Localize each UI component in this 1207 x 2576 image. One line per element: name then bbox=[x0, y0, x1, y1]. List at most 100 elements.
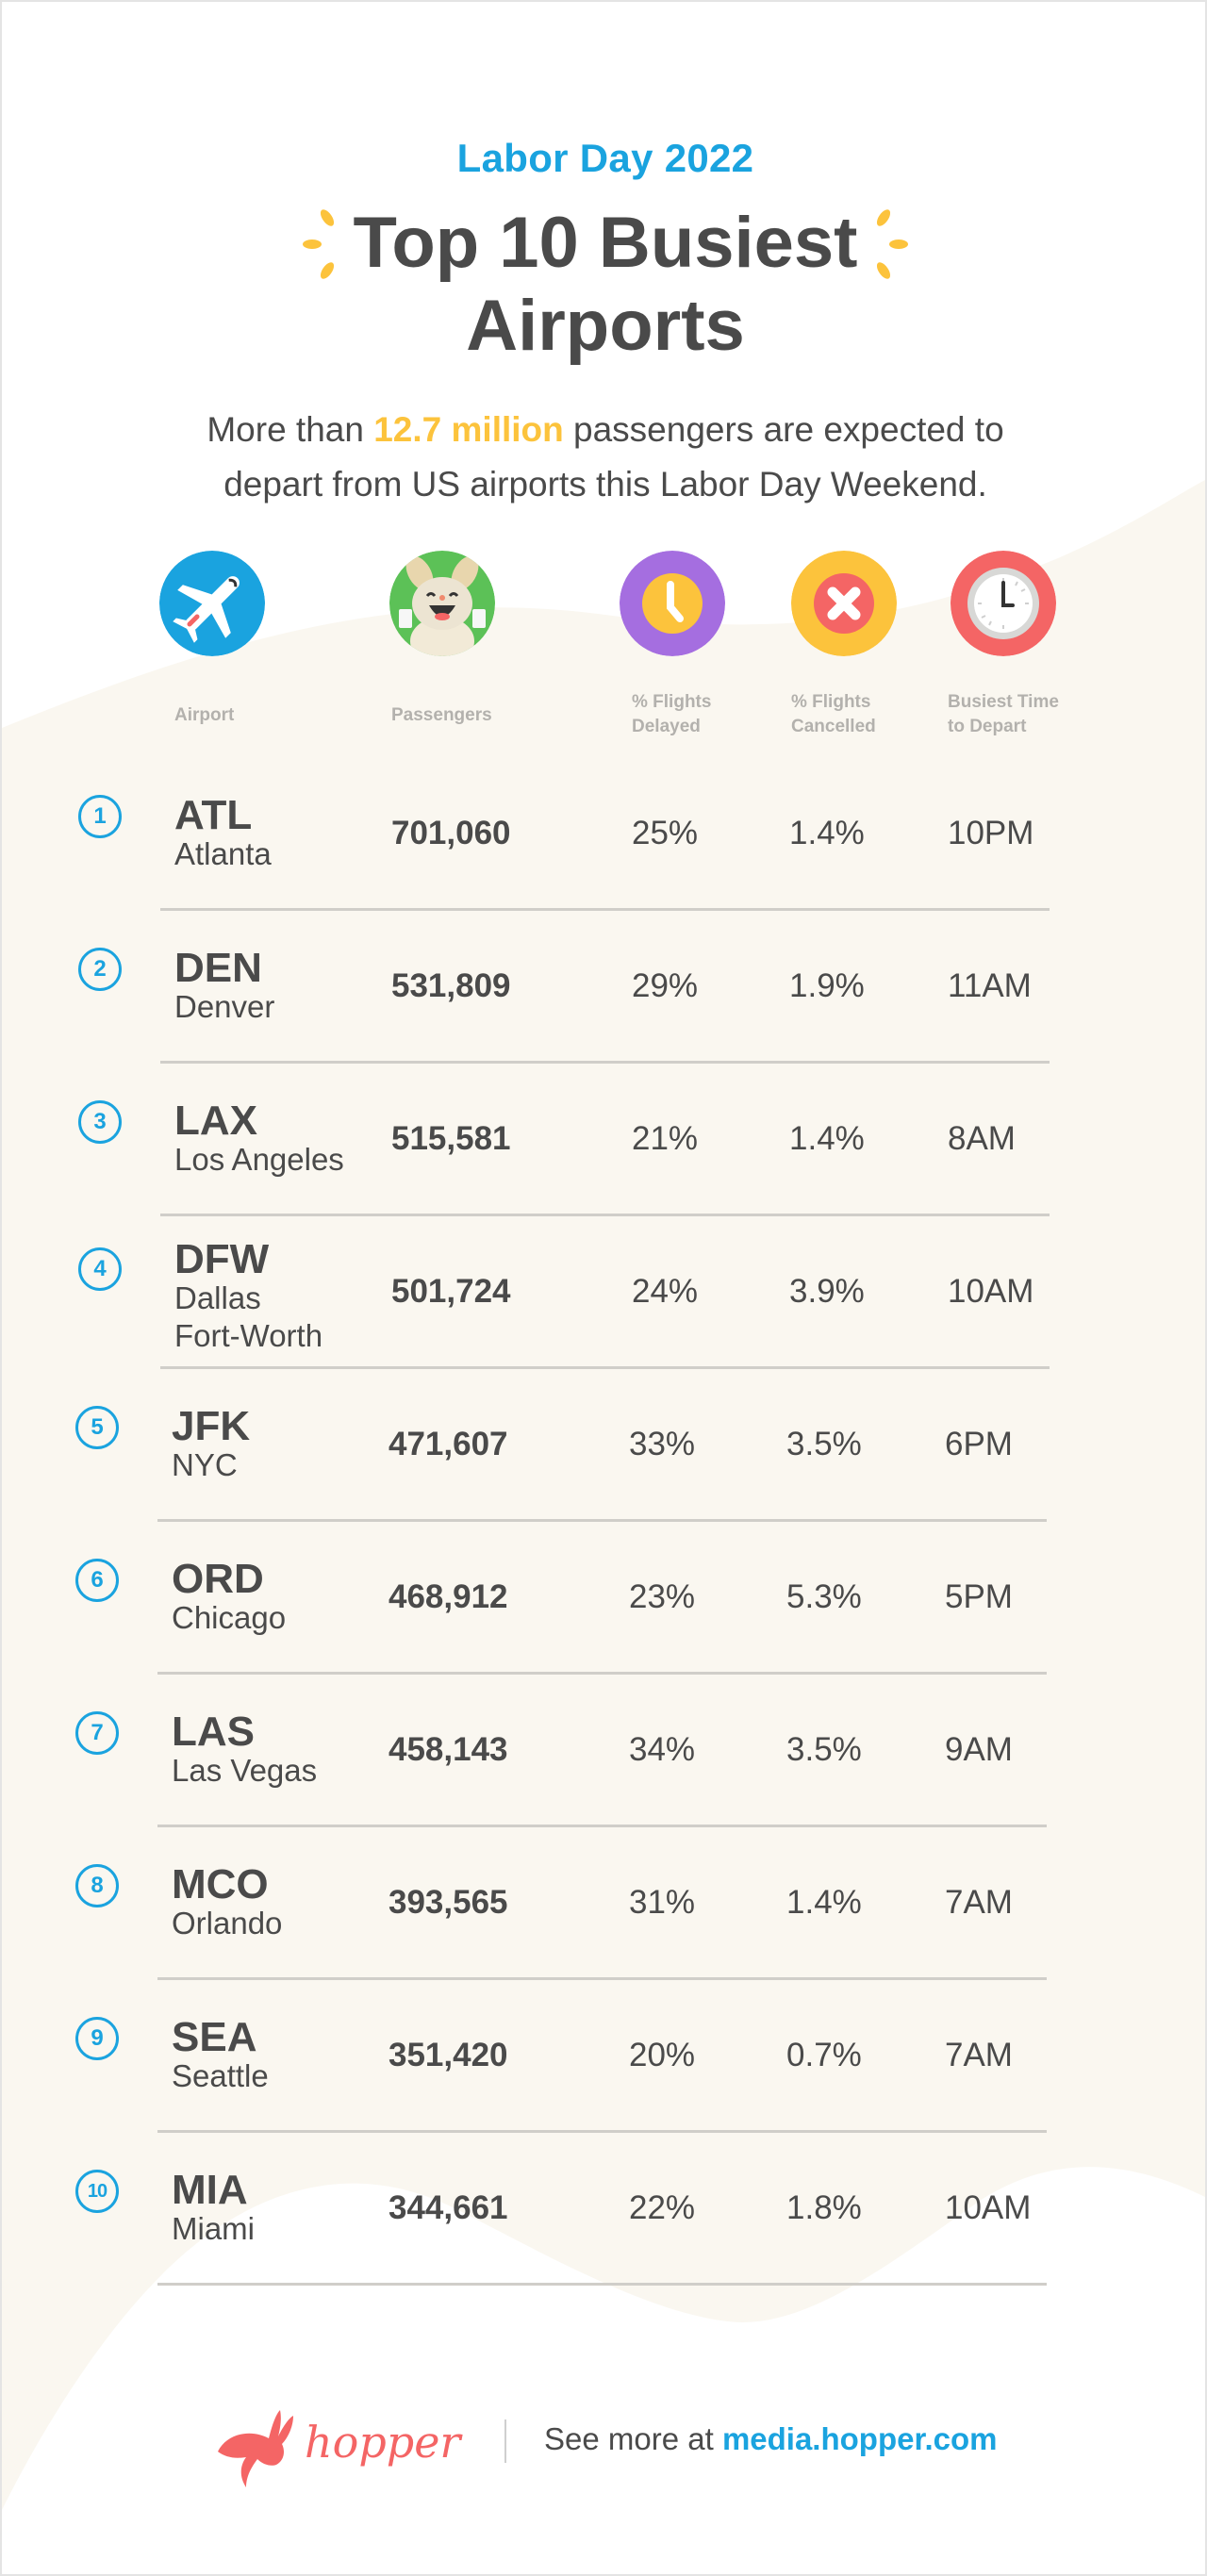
row-divider bbox=[157, 2283, 1047, 2286]
airport-code: JFK bbox=[172, 1403, 251, 1449]
delayed-value: 22% bbox=[629, 2189, 696, 2226]
cancelled-value: 1.4% bbox=[789, 1120, 865, 1157]
airport-city: Los Angeles bbox=[174, 1142, 344, 1177]
cancelled-value: 5.3% bbox=[786, 1578, 862, 1615]
delayed-value: 34% bbox=[629, 1731, 696, 1768]
passengers-value: 471,607 bbox=[389, 1426, 508, 1462]
airport-code: LAX bbox=[174, 1098, 257, 1144]
passengers-value: 351,420 bbox=[389, 2037, 508, 2073]
table-row: 4 DFW Dallas Fort-Worth 501,724 24% 3.9% 10AM bbox=[2, 1215, 1205, 1369]
footer-see-more: See more at media.hopper.com bbox=[544, 2421, 998, 2457]
column-header-delayed-line2: Delayed bbox=[632, 717, 701, 736]
cancelled-value: 3.9% bbox=[789, 1273, 865, 1310]
busiest-time-value: 7AM bbox=[945, 1884, 1013, 1921]
airport-city: Chicago bbox=[172, 1600, 287, 1635]
airport-city: Orlando bbox=[172, 1906, 283, 1940]
cancelled-value: 3.5% bbox=[786, 1731, 862, 1768]
airport-code: SEA bbox=[172, 2014, 257, 2060]
airport-city-line2: Fort-Worth bbox=[174, 1318, 323, 1353]
cancelled-value: 1.4% bbox=[789, 815, 865, 851]
column-header-passengers-text: Passengers bbox=[391, 705, 492, 725]
passengers-value: 501,724 bbox=[391, 1273, 511, 1310]
airplane-icon bbox=[159, 551, 265, 656]
column-header-delayed: % Flights Delayed bbox=[632, 690, 711, 739]
cancelled-value: 1.8% bbox=[786, 2189, 862, 2226]
passengers-value: 458,143 bbox=[389, 1731, 508, 1768]
rank-badge: 6 bbox=[75, 1559, 119, 1602]
rank-badge: 3 bbox=[78, 1100, 122, 1144]
see-more-prefix: See more at bbox=[544, 2421, 722, 2456]
rank-badge: 5 bbox=[75, 1406, 119, 1449]
clock-icon bbox=[951, 551, 1056, 656]
airport-code: ORD bbox=[172, 1556, 264, 1602]
subtitle: Labor Day 2022 bbox=[456, 136, 754, 180]
airport-city: Atlanta bbox=[174, 836, 272, 871]
delayed-value: 31% bbox=[629, 1884, 696, 1921]
rank-badge: 7 bbox=[75, 1711, 119, 1755]
media-link[interactable]: media.hopper.com bbox=[722, 2421, 998, 2456]
airport-city: Denver bbox=[174, 989, 275, 1024]
table-row: 9 SEA Seattle 351,420 20% 0.7% 7AM bbox=[2, 1979, 1205, 2133]
busiest-time-value: 5PM bbox=[945, 1578, 1013, 1615]
rank-badge: 1 bbox=[78, 795, 122, 838]
airport-code: MIA bbox=[172, 2167, 248, 2213]
cancel-x-icon bbox=[791, 551, 897, 656]
passengers-value: 393,565 bbox=[389, 1884, 508, 1921]
table-row: 7 LAS Las Vegas 458,143 34% 3.5% 9AM bbox=[2, 1674, 1205, 1827]
cancelled-value: 3.5% bbox=[786, 1426, 862, 1462]
rank-badge: 4 bbox=[78, 1247, 122, 1291]
delayed-value: 21% bbox=[632, 1120, 699, 1157]
busiest-time-value: 7AM bbox=[945, 2037, 1013, 2073]
column-header-busiest-time-line2: to Depart bbox=[948, 717, 1027, 736]
busiest-time-value: 11AM bbox=[948, 967, 1032, 1004]
table-row: 8 MCO Orlando 393,565 31% 1.4% 7AM bbox=[2, 1826, 1205, 1980]
rank-badge: 10 bbox=[75, 2170, 119, 2213]
rank-badge: 2 bbox=[78, 948, 122, 991]
cancelled-value: 1.4% bbox=[786, 1884, 862, 1921]
intro-highlight: 12.7 million bbox=[373, 410, 564, 449]
page-title: Top 10 Busiest Airports bbox=[2, 202, 1205, 368]
airport-code: LAS bbox=[172, 1709, 255, 1755]
cancelled-value: 1.9% bbox=[789, 967, 865, 1004]
airport-code: DEN bbox=[174, 945, 262, 991]
busiest-time-value: 9AM bbox=[945, 1731, 1013, 1768]
airport-code: DFW bbox=[174, 1236, 270, 1282]
rank-badge: 9 bbox=[75, 2017, 119, 2060]
delayed-value: 24% bbox=[632, 1273, 699, 1310]
table-row: 3 LAX Los Angeles 515,581 21% 1.4% 8AM bbox=[2, 1063, 1205, 1216]
passengers-value: 344,661 bbox=[389, 2189, 508, 2226]
delayed-value: 29% bbox=[632, 967, 699, 1004]
intro-suffix: passengers are expected to bbox=[563, 410, 1004, 449]
infographic-page: Labor Day 2022 Top 10 Busiest Airports M… bbox=[0, 0, 1207, 2576]
column-header-airport-text: Airport bbox=[174, 705, 235, 725]
passengers-value: 468,912 bbox=[389, 1578, 508, 1615]
delayed-value: 20% bbox=[629, 2037, 696, 2073]
footer-divider bbox=[504, 2419, 506, 2463]
intro-text: More than 12.7 million passengers are ex… bbox=[2, 403, 1205, 512]
cancelled-value: 0.7% bbox=[786, 2037, 862, 2073]
airport-code: ATL bbox=[174, 792, 253, 838]
title-line-1: Top 10 Busiest bbox=[353, 203, 858, 283]
column-header-busiest-time-line1: Busiest Time bbox=[948, 692, 1059, 712]
delayed-value: 33% bbox=[629, 1426, 696, 1462]
table-row: 1 ATL Atlanta 701,060 25% 1.4% 10PM bbox=[2, 757, 1205, 911]
passengers-value: 701,060 bbox=[391, 815, 511, 851]
airport-city: Dallas bbox=[174, 1280, 261, 1315]
passengers-value: 515,581 bbox=[391, 1120, 511, 1157]
content: Labor Day 2022 Top 10 Busiest Airports M… bbox=[2, 2, 1205, 2574]
busiest-time-value: 10PM bbox=[948, 815, 1034, 851]
table-row: 5 JFK NYC 471,607 33% 3.5% 6PM bbox=[2, 1368, 1205, 1522]
column-header-cancelled: % Flights Cancelled bbox=[791, 690, 876, 739]
passengers-value: 531,809 bbox=[391, 967, 511, 1004]
column-header-cancelled-line1: % Flights bbox=[791, 692, 871, 712]
airport-city: Seattle bbox=[172, 2058, 269, 2093]
delayed-value: 23% bbox=[629, 1578, 696, 1615]
airport-city: NYC bbox=[172, 1447, 238, 1482]
airport-code: MCO bbox=[172, 1861, 269, 1907]
column-header-passengers: Passengers bbox=[391, 703, 492, 728]
airport-city: Las Vegas bbox=[172, 1753, 318, 1788]
column-header-busiest-time: Busiest Time to Depart bbox=[948, 690, 1059, 739]
table-row: 2 DEN Denver 531,809 29% 1.9% 11AM bbox=[2, 910, 1205, 1064]
intro-prefix: More than bbox=[207, 410, 374, 449]
intro-line-2: depart from US airports this Labor Day W… bbox=[223, 465, 987, 504]
